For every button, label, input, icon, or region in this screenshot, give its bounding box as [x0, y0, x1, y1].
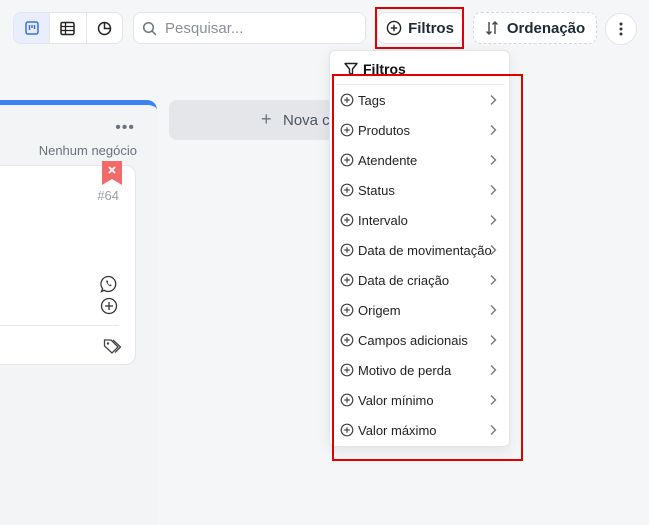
plus-circle-icon: [340, 393, 354, 407]
filter-menu-item-label: Campos adicionais: [358, 332, 468, 348]
filter-menu-item[interactable]: Origem: [336, 296, 504, 324]
view-switcher: [13, 12, 123, 44]
filter-menu-item[interactable]: Intervalo: [336, 206, 504, 234]
bookmark-close-icon[interactable]: [102, 161, 122, 185]
plus-circle-icon: [386, 20, 402, 36]
plus-icon: +: [261, 109, 272, 129]
plus-circle-icon: [340, 123, 354, 137]
plus-circle-icon: [340, 303, 354, 317]
dropdown-divider: [336, 84, 503, 85]
plus-circle-icon: [340, 243, 354, 257]
plus-circle-icon: [340, 423, 354, 437]
plus-circle-icon: [340, 273, 354, 287]
column-empty-text: Nenhum negócio: [38, 143, 137, 158]
chevron-right-icon: [489, 124, 497, 136]
filters-dropdown: Filtros Tags Produtos Atendente Status Inter…: [329, 50, 510, 447]
kanban-column: ••• Nenhum negócio #64: [0, 100, 157, 525]
plus-circle-icon: [340, 153, 354, 167]
filter-menu-item[interactable]: Atendente: [336, 146, 504, 174]
filter-menu-item[interactable]: Campos adicionais: [336, 326, 504, 354]
filter-menu-item-label: Produtos: [358, 122, 411, 138]
filter-menu-item-label: Valor mínimo: [358, 392, 434, 408]
filter-menu-item-label: Status: [358, 182, 395, 198]
filter-menu-item[interactable]: Valor máximo: [336, 416, 504, 444]
new-column-label: Nova c: [283, 111, 330, 129]
funnel-icon: [344, 62, 358, 76]
filters-button[interactable]: Filtros: [377, 12, 463, 44]
filter-menu-item[interactable]: Produtos: [336, 116, 504, 144]
card-divider: [0, 325, 119, 326]
filter-menu-item-label: Intervalo: [358, 212, 408, 228]
filter-menu-item[interactable]: Motivo de perda: [336, 356, 504, 384]
chevron-right-icon: [489, 154, 497, 166]
search-input[interactable]: [163, 18, 357, 38]
filter-menu-item-label: Motivo de perda: [358, 362, 452, 378]
plus-circle-icon: [340, 333, 354, 347]
filter-menu-item-label: Origem: [358, 302, 401, 318]
kanban-icon: [24, 21, 39, 35]
chevron-right-icon: [489, 334, 497, 346]
plus-circle-icon: [340, 93, 354, 107]
chart-view-button[interactable]: [87, 13, 122, 43]
chevron-right-icon: [489, 244, 497, 256]
filter-menu-item-label: Tags: [358, 92, 386, 108]
deal-card[interactable]: #64: [0, 161, 136, 365]
search-box: [133, 12, 366, 44]
filter-menu-item-label: Data de movimentação: [358, 242, 492, 258]
filter-menu-item[interactable]: Valor mínimo: [336, 386, 504, 414]
chevron-right-icon: [489, 424, 497, 436]
filter-menu-item-label: Valor máximo: [358, 422, 437, 438]
chevron-right-icon: [489, 184, 497, 196]
add-circle-icon[interactable]: [100, 297, 118, 315]
table-icon: [60, 21, 76, 35]
table-view-button[interactable]: [50, 13, 87, 43]
search-icon: [142, 21, 157, 35]
filter-menu-item[interactable]: Tags: [336, 86, 504, 114]
chevron-right-icon: [489, 94, 497, 106]
filter-menu-item[interactable]: Status: [336, 176, 504, 204]
plus-circle-icon: [340, 363, 354, 377]
filter-menu-item-label: Atendente: [358, 152, 418, 168]
filters-dropdown-header: Filtros: [344, 61, 406, 77]
chevron-right-icon: [489, 274, 497, 286]
plus-circle-icon: [340, 183, 354, 197]
filters-button-label: Filtros: [408, 19, 454, 37]
kanban-view-button[interactable]: [14, 13, 51, 43]
card-id: #64: [97, 188, 119, 203]
whatsapp-icon[interactable]: [100, 275, 118, 293]
chevron-right-icon: [489, 214, 497, 226]
plus-circle-icon: [340, 213, 354, 227]
filter-menu-item[interactable]: Data de criação: [336, 266, 504, 294]
chevron-right-icon: [489, 304, 497, 316]
sort-arrows-icon: [485, 21, 498, 35]
chevron-right-icon: [489, 364, 497, 376]
filter-menu-item-label: Data de criação: [358, 272, 450, 288]
tags-icon[interactable]: [103, 338, 123, 356]
filters-dropdown-title: Filtros: [363, 61, 406, 77]
column-menu-icon[interactable]: •••: [115, 119, 135, 137]
filter-menu-item[interactable]: Data de movimentação: [336, 236, 504, 264]
toolbar: Filtros Ordenação: [0, 0, 649, 56]
more-options-button[interactable]: [605, 13, 637, 45]
sort-button[interactable]: Ordenação: [473, 12, 597, 44]
pie-chart-icon: [97, 21, 112, 35]
sort-button-label: Ordenação: [506, 19, 586, 37]
chevron-right-icon: [489, 394, 497, 406]
more-vertical-icon: [619, 22, 623, 36]
